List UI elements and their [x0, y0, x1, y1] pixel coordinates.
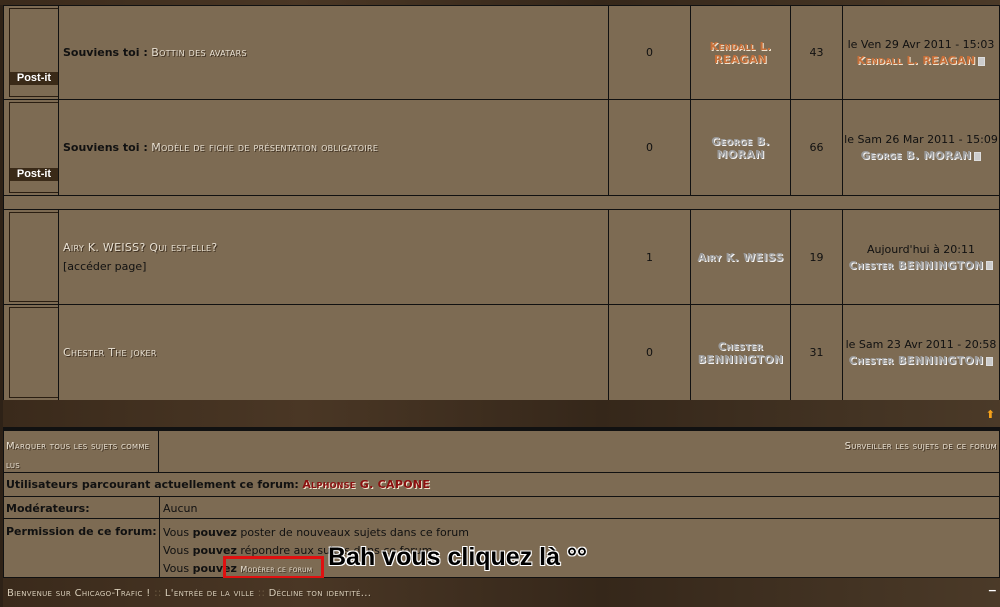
moderators-row: Modérateurs: Aucun [3, 496, 1000, 519]
views-count: 43 [790, 5, 843, 100]
post-it-badge: Post-it [10, 168, 58, 181]
perm-text: Vous [163, 562, 190, 575]
view-last-post-icon[interactable] [986, 356, 994, 366]
perm-text: poster de nouveaux sujets dans ce forum [240, 526, 469, 539]
back-to-top-icon[interactable]: ⬆ [986, 408, 995, 421]
perm-text: Vous [163, 544, 190, 557]
breadcrumb-separator: :: [257, 586, 266, 599]
moderators-label: Modérateurs: [6, 502, 90, 515]
last-post-user-link[interactable]: Chester BENNINGTON [849, 259, 984, 272]
last-post-user-link[interactable]: George B. MORAN [861, 149, 972, 162]
views-count: 66 [790, 99, 843, 196]
replies-count: 0 [608, 99, 691, 196]
topic-title-link[interactable]: Chester The joker [63, 346, 157, 359]
last-post-date: le Ven 29 Avr 2011 - 15:03 [847, 38, 995, 51]
topic-title-link[interactable]: Airy K. WEISS? Qui est-elle? [63, 241, 218, 254]
topic-icon-cell [3, 304, 59, 401]
views-count: 19 [790, 209, 843, 305]
post-it-badge: Post-it [10, 72, 58, 85]
topic-folder-icon [9, 212, 59, 302]
browsing-users-label: Utilisateurs parcourant actuellement ce … [6, 478, 299, 491]
perm-text: pouvez [192, 526, 237, 539]
topic-folder-icon: Post-it [9, 102, 59, 193]
last-post-date: le Sam 23 Avr 2011 - 20:58 [845, 338, 997, 351]
view-last-post-icon[interactable] [986, 261, 994, 270]
actions-row: Marquer tous les sujets comme lus Survei… [3, 430, 1000, 473]
topic-folder-icon [9, 307, 59, 398]
topic-prefix: Souviens toi : [63, 46, 148, 59]
last-post-user-link[interactable]: Chester BENNINGTON [849, 354, 984, 367]
topic-icon-cell: Post-it [3, 99, 59, 196]
view-last-post-icon[interactable] [974, 151, 982, 161]
collapse-icon[interactable]: − [988, 584, 997, 597]
view-last-post-icon[interactable] [978, 56, 986, 66]
breadcrumb-forum-link[interactable]: Décline ton identité... [269, 588, 372, 599]
breadcrumb-category-link[interactable]: L'entrée de la ville [165, 588, 254, 599]
breadcrumb-home-link[interactable]: Bienvenue sur Chicago-Trafic ! [7, 588, 151, 599]
permissions-label: Permission de ce forum: [6, 525, 157, 538]
topic-icon-cell: Post-it [3, 5, 59, 100]
mark-all-read-link[interactable]: Marquer tous les sujets comme lus [6, 441, 149, 471]
topic-author-link[interactable]: George B. MORAN [709, 135, 772, 161]
topic-icon-cell [3, 209, 59, 305]
last-post-user-link[interactable]: Kendall L. REAGAN [857, 54, 976, 67]
replies-count: 0 [608, 5, 691, 100]
browsing-user-link[interactable]: Alphonse G. CAPONE [302, 478, 430, 491]
last-post-date: le Sam 26 Mar 2011 - 15:09 [844, 133, 998, 146]
topic-title-link[interactable]: Modèle de fiche de présentation obligato… [151, 141, 378, 154]
last-post-date: Aujourd'hui à 20:11 [866, 242, 976, 256]
section-spacer [3, 195, 1000, 210]
topic-author-link[interactable]: Airy K. WEISS [697, 251, 783, 264]
topic-author-link[interactable]: Kendall L. REAGAN [709, 40, 772, 66]
highlight-box [223, 556, 324, 579]
breadcrumb: Bienvenue sur Chicago-Trafic ! :: L'entr… [3, 578, 1000, 607]
topic-prefix: Souviens toi : [63, 141, 148, 154]
topic-author-link[interactable]: Chester BENNINGTON [695, 340, 786, 366]
breadcrumb-separator: :: [154, 586, 162, 599]
browsing-users-row: Utilisateurs parcourant actuellement ce … [3, 472, 1000, 497]
replies-count: 0 [608, 304, 691, 401]
watch-forum-link[interactable]: Surveiller les sujets de ce forum [845, 441, 997, 452]
topic-folder-icon: Post-it [9, 8, 59, 97]
goto-page-link[interactable]: [accéder page] [63, 260, 146, 273]
moderators-value: Aucun [159, 497, 201, 518]
table-footer-bar: ⬆ [3, 400, 1000, 430]
annotation-text: Bah vous cliquez là °° [328, 543, 587, 571]
perm-text: Vous [163, 526, 190, 539]
replies-count: 1 [608, 209, 691, 305]
views-count: 31 [790, 304, 843, 401]
topic-title-link[interactable]: Bottin des avatars [151, 46, 247, 59]
